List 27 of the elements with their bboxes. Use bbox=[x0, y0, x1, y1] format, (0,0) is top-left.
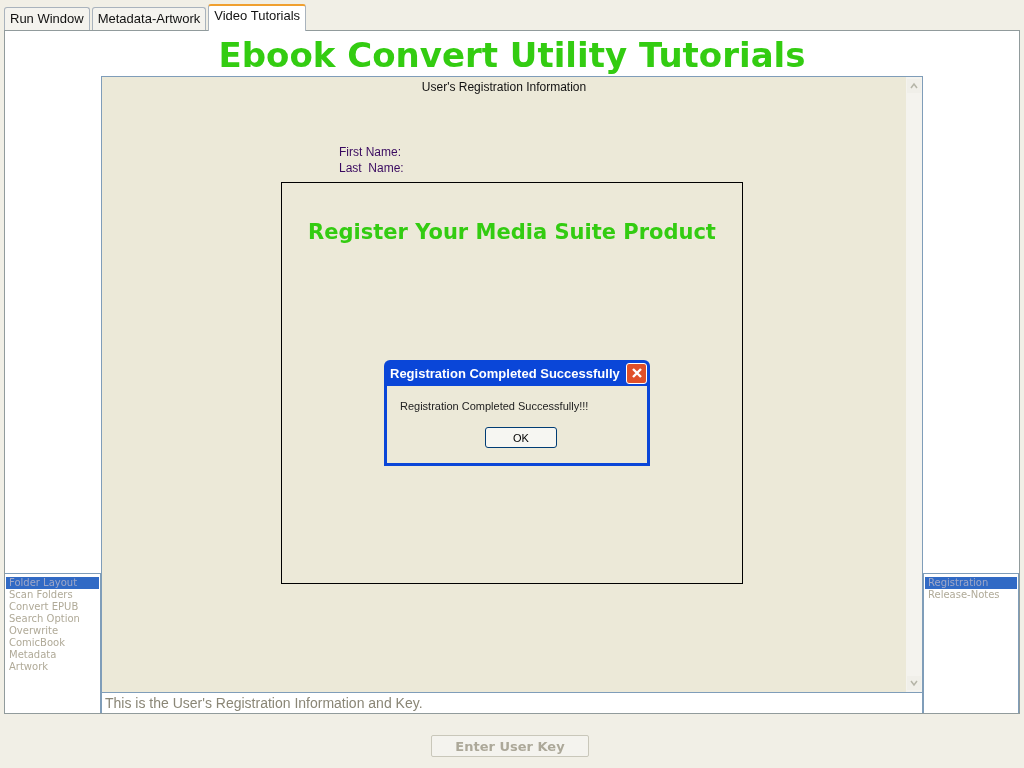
dialog-title: Registration Completed Successfully bbox=[390, 365, 620, 381]
scroll-up-icon[interactable] bbox=[907, 79, 921, 93]
list-item[interactable]: Folder Layout bbox=[6, 577, 99, 589]
list-item[interactable]: Registration bbox=[925, 577, 1017, 589]
list-item[interactable]: Overwrite bbox=[6, 625, 99, 637]
dialog-message: Registration Completed Successfully!!! bbox=[387, 386, 647, 427]
close-button[interactable] bbox=[626, 362, 647, 384]
tab[interactable]: Metadata-Artwork bbox=[91, 7, 207, 30]
page-title: Ebook Convert Utility Tutorials bbox=[217, 34, 807, 76]
viewer-heading: User's Registration Information bbox=[420, 79, 588, 94]
register-heading: Register Your Media Suite Product bbox=[307, 220, 717, 244]
list-item[interactable]: Artwork bbox=[6, 661, 99, 673]
field-label: Last Name: bbox=[339, 160, 405, 176]
tab[interactable]: Video Tutorials bbox=[208, 4, 307, 31]
list-item[interactable]: Release-Notes bbox=[925, 589, 1017, 601]
list-item[interactable]: ComicBook bbox=[6, 637, 99, 649]
ok-button[interactable]: OK bbox=[485, 427, 557, 448]
close-icon bbox=[630, 367, 643, 379]
list-item[interactable]: Scan Folders bbox=[6, 589, 99, 601]
list-item[interactable]: Search Option bbox=[6, 613, 99, 625]
description-field: This is the User's Registration Information and Key. bbox=[102, 692, 922, 713]
tab[interactable]: Run Window bbox=[4, 7, 90, 30]
list-item[interactable]: Convert EPUB bbox=[6, 601, 99, 613]
list-item[interactable]: Metadata bbox=[6, 649, 99, 661]
scroll-down-icon[interactable] bbox=[907, 676, 921, 690]
field-label: First Name: bbox=[339, 144, 402, 160]
scrollbar[interactable] bbox=[906, 77, 922, 692]
